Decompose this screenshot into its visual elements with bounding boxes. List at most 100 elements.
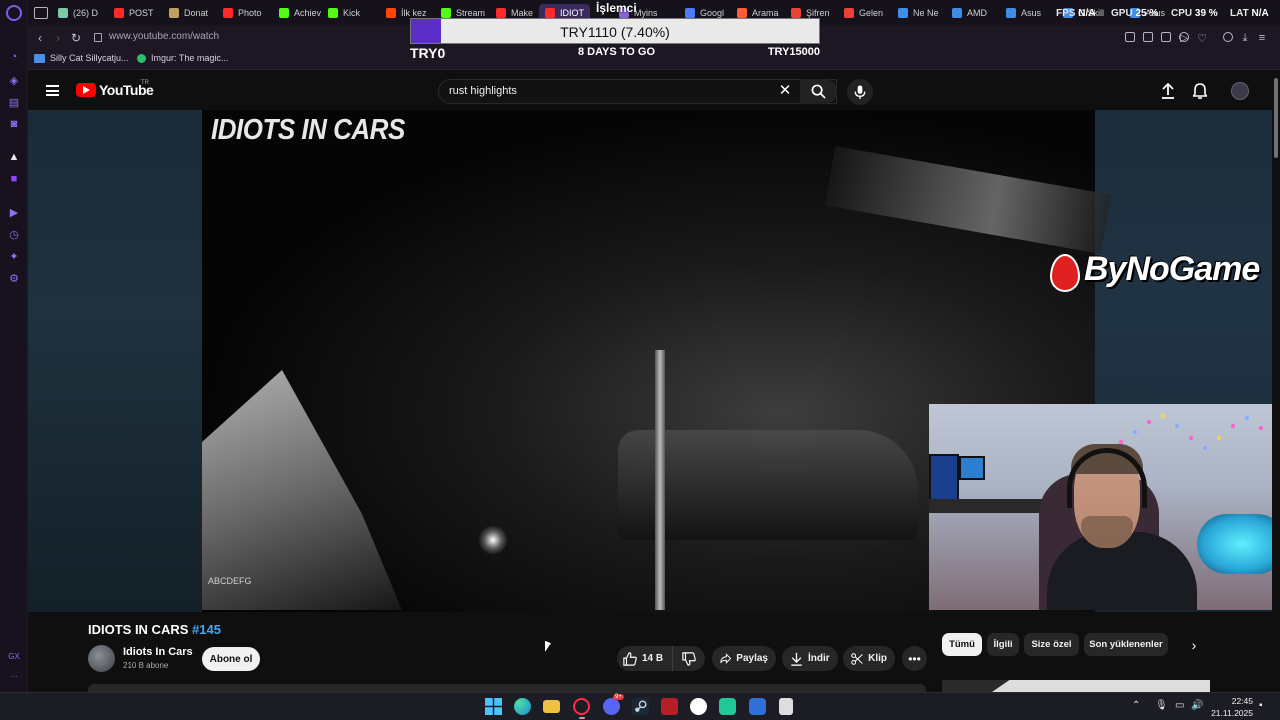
discord-icon[interactable] — [603, 698, 620, 715]
country-code: TR — [141, 80, 149, 86]
xbox-app-icon[interactable] — [719, 698, 736, 715]
calculator-icon[interactable] — [779, 698, 793, 715]
scrollbar-thumb[interactable] — [1274, 78, 1278, 158]
subscribe-button[interactable]: Abone ol — [202, 647, 260, 671]
browser-tab[interactable]: Donat — [169, 4, 208, 22]
upload-icon[interactable] — [1159, 82, 1177, 100]
dislike-button[interactable] — [673, 646, 705, 671]
donation-target: TRY15000 — [767, 46, 820, 58]
browser-sidebar: ◔ ◈ ▤ ◙ ▲ ■ ▶ ◷ ✦ ⚙ GX ··· — [0, 0, 28, 692]
snapshot-icon[interactable] — [1125, 32, 1135, 42]
channel-avatar[interactable] — [88, 645, 115, 672]
reload-icon[interactable]: ↻ — [68, 30, 84, 46]
settings-gear-icon[interactable]: ⚙ — [7, 271, 21, 285]
browser-tab[interactable]: Ne Ne — [898, 4, 939, 22]
browser-tab[interactable]: Asus — [1006, 4, 1041, 22]
account-avatar[interactable] — [1231, 82, 1249, 100]
page-scrollbar[interactable] — [1272, 72, 1280, 692]
opera-gx-taskbar-icon[interactable] — [573, 698, 590, 715]
webcam-lamp — [1197, 514, 1278, 574]
windows-start-icon[interactable] — [485, 698, 502, 715]
microphone-icon — [854, 84, 866, 99]
share-button[interactable]: Paylaş — [712, 646, 776, 671]
split-view-icon[interactable] — [1143, 32, 1153, 42]
notification-center-icon[interactable]: ▪ — [1259, 700, 1263, 711]
download-icon[interactable]: ⤓ — [1237, 30, 1253, 46]
messenger-icon[interactable]: ◙ — [7, 117, 21, 131]
clip-button[interactable]: Klip — [843, 646, 895, 671]
chat-app-icon[interactable] — [749, 698, 766, 715]
tray-network-icon[interactable]: ▭ — [1175, 700, 1184, 711]
tab-favicon-icon — [279, 8, 289, 18]
thumbs-up-icon — [623, 651, 637, 666]
tab-label: POST — [129, 8, 154, 18]
tray-mic-icon[interactable]: 🎙 — [1155, 700, 1168, 711]
browser-tab[interactable]: Photo — [223, 4, 262, 22]
notifications-bell-icon[interactable] — [1191, 82, 1209, 100]
play-icon[interactable]: ▷ — [1176, 30, 1192, 46]
edge-browser-icon[interactable] — [514, 698, 531, 715]
browser-tab[interactable]: Kick — [328, 4, 360, 22]
youtube-logo-icon[interactable] — [76, 83, 96, 97]
sidebar-more-icon[interactable]: ··· — [4, 672, 24, 681]
chips-next-icon[interactable]: › — [1186, 637, 1202, 653]
browser-tab[interactable]: Gelen — [844, 4, 883, 22]
like-button[interactable]: 14 B — [617, 646, 673, 671]
streamer-webcam — [929, 404, 1278, 610]
chip-recent[interactable]: Son yüklenenler — [1084, 633, 1168, 656]
player-icon[interactable]: ▶ — [7, 205, 21, 219]
streaming-app-icon[interactable] — [661, 698, 678, 715]
chip-for-you[interactable]: Size özel — [1024, 633, 1079, 656]
gx-corner-icon[interactable]: ◈ — [7, 73, 21, 87]
taskbar-clock[interactable]: 22:45 21.11.2025 — [1211, 695, 1253, 719]
cpu-tooltip: İşlemci — [596, 1, 637, 15]
tab-menu-icon[interactable] — [34, 7, 48, 19]
browser-tab[interactable]: (26) D — [58, 4, 98, 22]
browser-menu-icon[interactable]: ≡ — [1254, 30, 1270, 46]
favorites-heart-icon[interactable]: ♡ — [1194, 30, 1210, 46]
channel-name[interactable]: Idiots In Cars — [123, 646, 193, 658]
chip-all[interactable]: Tümü — [942, 633, 982, 656]
tray-overflow-chevron-icon[interactable]: ⌃ — [1132, 700, 1140, 711]
video-hashtag[interactable]: #145 — [192, 622, 221, 637]
more-actions-icon[interactable]: ••• — [902, 646, 927, 671]
history-icon[interactable]: ◷ — [7, 227, 21, 241]
clear-search-icon[interactable]: ✕ — [778, 83, 792, 98]
search-input[interactable]: rust highlights ✕ — [438, 79, 837, 104]
search-query-text: rust highlights — [449, 85, 517, 97]
download-button[interactable]: İndir — [782, 646, 838, 671]
twitch-icon[interactable]: ■ — [7, 172, 21, 186]
lock-icon — [94, 33, 102, 42]
profile-icon[interactable] — [1223, 32, 1233, 42]
browser-tab[interactable]: POST — [114, 4, 154, 22]
clock-date: 21.11.2025 — [1211, 708, 1253, 718]
steam-icon[interactable] — [632, 698, 649, 715]
bookmark-silly-cat[interactable]: Silly Cat Sillycatju... — [34, 53, 129, 63]
recommended-video-thumbnail[interactable] — [942, 680, 1210, 692]
file-explorer-icon[interactable] — [543, 700, 560, 713]
tab-label: Ne Ne — [913, 8, 939, 18]
search-button[interactable] — [800, 79, 837, 104]
bookmark-imgur[interactable]: Imgur: The magic... — [137, 53, 228, 63]
opera-gx-logo-icon[interactable] — [6, 5, 22, 21]
music-app-icon[interactable] — [690, 698, 707, 715]
menu-hamburger-icon[interactable] — [46, 85, 59, 96]
webcam-string-lights — [1119, 410, 1269, 470]
browser-tab[interactable]: Achiev — [279, 4, 321, 22]
video-overlay-title: IDIOTS IN CARS — [211, 112, 405, 146]
url-field[interactable]: www.youtube.com/watch — [109, 31, 219, 42]
extension-icon[interactable] — [1161, 32, 1171, 42]
voice-search-button[interactable] — [847, 79, 873, 105]
gx-control-icon[interactable]: ◔ — [7, 50, 21, 64]
gx-player-icon[interactable]: ▤ — [7, 95, 21, 109]
tray-volume-icon[interactable]: 🔊 — [1191, 700, 1203, 711]
browser-tab[interactable]: AMD — [952, 4, 987, 22]
chip-related[interactable]: İlgili — [987, 633, 1019, 656]
back-icon[interactable]: ‹ — [32, 30, 48, 46]
forward-icon[interactable]: › — [50, 30, 66, 46]
tab-favicon-icon — [328, 8, 338, 18]
gx-badge-icon[interactable]: GX — [4, 652, 24, 661]
sidebar-app-icon[interactable]: ▲ — [7, 150, 21, 164]
extensions-icon[interactable]: ✦ — [7, 249, 21, 263]
description-box[interactable] — [88, 684, 926, 692]
